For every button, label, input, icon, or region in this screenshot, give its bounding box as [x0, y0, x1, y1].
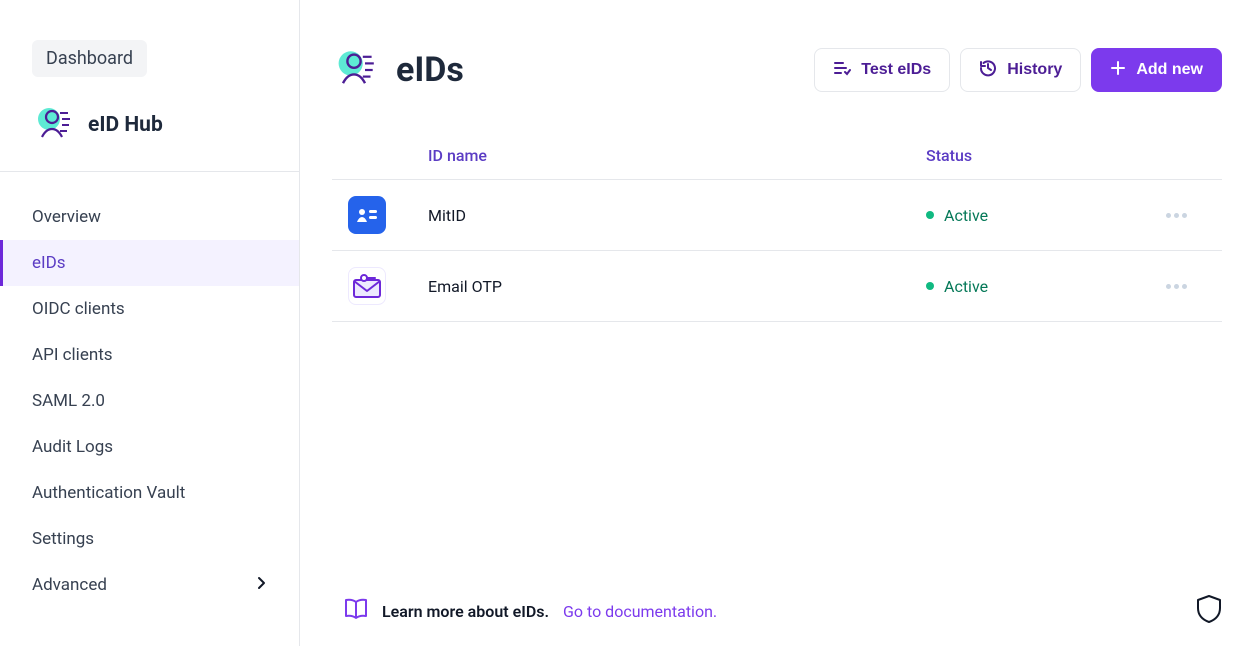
history-button[interactable]: History [960, 48, 1081, 92]
row-actions-menu[interactable] [1146, 213, 1206, 218]
sidebar-item-api-clients[interactable]: API clients [0, 332, 299, 378]
sidebar-item-label: Overview [32, 207, 101, 227]
dashboard-badge[interactable]: Dashboard [32, 40, 147, 77]
table-row[interactable]: MitID Active [332, 180, 1222, 251]
provider-name: Email OTP [428, 277, 926, 296]
page-header: eIDs Test eIDs History [300, 0, 1254, 112]
sidebar: Dashboard eID Hub Overview eIDs OIDC cli… [0, 0, 300, 646]
table-header: ID name Status [332, 132, 1222, 180]
sidebar-item-label: OIDC clients [32, 299, 125, 319]
provider-name: MitID [428, 206, 926, 225]
button-label: Test eIDs [861, 61, 931, 79]
sidebar-item-label: API clients [32, 345, 113, 365]
row-actions-menu[interactable] [1146, 284, 1206, 289]
sidebar-item-label: Audit Logs [32, 437, 113, 457]
main-content: eIDs Test eIDs History [300, 0, 1254, 646]
sidebar-item-label: Authentication Vault [32, 483, 185, 503]
book-icon [344, 598, 368, 624]
email-otp-provider-icon [348, 267, 386, 305]
status-text: Active [944, 277, 988, 296]
eids-page-icon [332, 50, 376, 90]
sidebar-item-saml[interactable]: SAML 2.0 [0, 378, 299, 424]
sidebar-item-auth-vault[interactable]: Authentication Vault [0, 470, 299, 516]
footer-text: Learn more about eIDs. [382, 602, 549, 621]
status-text: Active [944, 206, 988, 225]
status-badge: Active [926, 206, 1146, 225]
chevron-right-icon [257, 575, 267, 595]
mitid-provider-icon [348, 196, 386, 234]
page-title: eIDs [396, 50, 464, 90]
sidebar-item-settings[interactable]: Settings [0, 516, 299, 562]
eids-table: ID name Status MitID Active [300, 112, 1254, 322]
col-id-name[interactable]: ID name [428, 146, 926, 165]
header-actions: Test eIDs History Add new [814, 48, 1222, 92]
sidebar-item-label: SAML 2.0 [32, 391, 105, 411]
status-dot-icon [926, 282, 934, 290]
add-new-button[interactable]: Add new [1091, 48, 1222, 92]
sidebar-item-eids[interactable]: eIDs [0, 240, 299, 286]
col-status[interactable]: Status [926, 146, 1146, 165]
sidebar-item-label: eIDs [32, 253, 66, 273]
sidebar-item-oidc-clients[interactable]: OIDC clients [0, 286, 299, 332]
eid-hub-logo-icon [32, 107, 72, 143]
checklist-icon [833, 60, 851, 81]
header-left: eIDs [332, 50, 464, 90]
status-badge: Active [926, 277, 1146, 296]
page-footer: Learn more about eIDs. Go to documentati… [344, 594, 1222, 628]
sidebar-item-label: Settings [32, 529, 94, 549]
status-dot-icon [926, 211, 934, 219]
plus-icon [1110, 60, 1126, 81]
button-label: History [1007, 61, 1062, 79]
sidebar-item-advanced[interactable]: Advanced [0, 562, 299, 608]
sidebar-item-label: Advanced [32, 575, 107, 595]
button-label: Add new [1136, 61, 1203, 79]
documentation-link[interactable]: Go to documentation. [563, 602, 717, 621]
brand-row: eID Hub [0, 77, 299, 172]
shield-icon[interactable] [1196, 594, 1222, 628]
footer-learn-more: Learn more about eIDs. Go to documentati… [344, 598, 717, 624]
brand-label: eID Hub [88, 113, 163, 137]
sidebar-item-overview[interactable]: Overview [0, 194, 299, 240]
sidebar-nav: Overview eIDs OIDC clients API clients S… [0, 172, 299, 608]
table-row[interactable]: Email OTP Active [332, 251, 1222, 322]
history-icon [979, 59, 997, 82]
sidebar-item-audit-logs[interactable]: Audit Logs [0, 424, 299, 470]
test-eids-button[interactable]: Test eIDs [814, 48, 950, 92]
